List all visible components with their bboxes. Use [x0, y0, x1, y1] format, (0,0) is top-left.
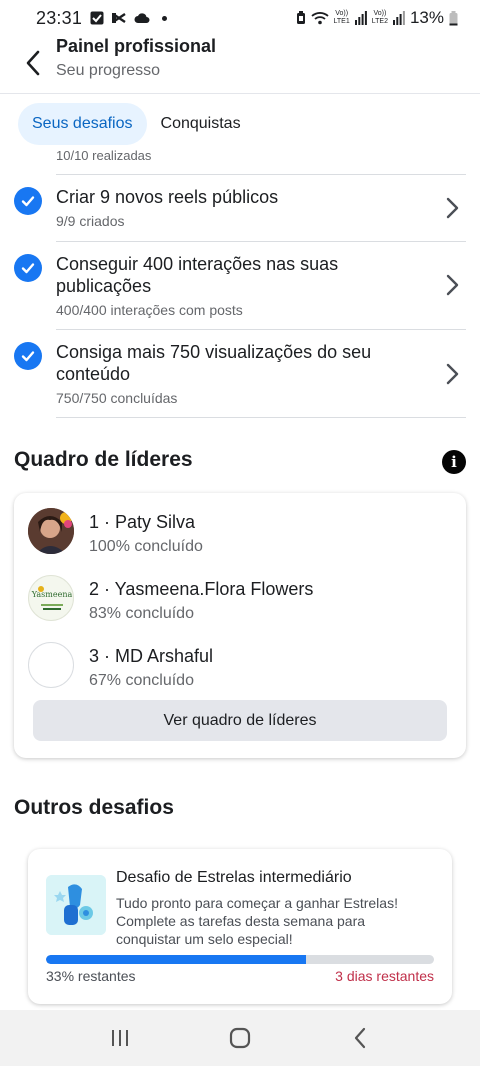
challenge-item[interactable]: Consiga mais 750 visualizações do seu co…: [0, 330, 480, 418]
challenge-item[interactable]: Conseguir 400 interações nas suas public…: [0, 242, 480, 330]
star-badge-icon: [46, 875, 106, 935]
cloud-icon: [134, 13, 150, 23]
challenge-item[interactable]: Criar 9 novos reels públicos 9/9 criados: [0, 175, 480, 241]
leaderboard-entry[interactable]: 1 · Paty Silva 100% concluído: [14, 505, 466, 565]
tab-bar: Seus desafios Conquistas: [18, 103, 255, 145]
wifi-icon: [310, 12, 329, 25]
leaderboard-progress: 67% concluído: [89, 672, 194, 689]
checkbox-notification-icon: [90, 11, 104, 25]
recent-apps-icon: [112, 1030, 128, 1046]
page-title: Painel profissional: [56, 36, 217, 56]
days-remaining: 3 dias restantes: [335, 968, 434, 984]
signal-1-icon: [354, 11, 367, 25]
capcut-notification-icon: [112, 13, 126, 23]
home-button[interactable]: [220, 1018, 260, 1058]
leaderboard-progress: 100% concluído: [89, 538, 203, 555]
leaderboard-title: Quadro de líderes: [14, 448, 193, 471]
info-icon[interactable]: i: [442, 450, 466, 474]
check-circle-icon: [14, 254, 42, 282]
star-challenge-card[interactable]: Desafio de Estrelas intermediário Tudo p…: [28, 849, 452, 1004]
leaderboard-entry[interactable]: Yasmeena 2 · Yasmeena.Flora Flowers 83% …: [14, 572, 466, 632]
challenge-subtitle: 750/750 concluídas: [56, 390, 178, 406]
avatar: [28, 642, 74, 688]
status-bar: 23:31 Vo)) LTE1 Vo)) LTE2 13%: [0, 0, 480, 36]
volte-lte2-icon: Vo)) LTE2: [371, 10, 388, 25]
dot-icon: [162, 15, 168, 21]
challenge-subtitle: 9/9 criados: [56, 213, 125, 229]
star-challenge-description: Tudo pronto para começar a ganhar Estrel…: [116, 895, 398, 947]
arrow-left-icon: [26, 50, 40, 76]
percent-remaining: 33% restantes: [46, 968, 136, 984]
back-nav-icon: [354, 1027, 366, 1049]
leaderboard-entry[interactable]: 3 · MD Arshaful 67% concluído: [14, 639, 466, 699]
progress-bar: [46, 955, 434, 964]
chevron-right-icon: [446, 363, 459, 385]
chevron-right-icon: [446, 197, 459, 219]
leaderboard-name: 1 · Paty Silva: [89, 512, 196, 532]
battery-percent: 13%: [409, 8, 444, 27]
previous-challenge-subtitle: 10/10 realizadas: [56, 148, 152, 162]
signal-2-icon: [392, 11, 405, 25]
leaderboard-name: 2 · Yasmeena.Flora Flowers: [89, 579, 314, 599]
home-icon: [229, 1027, 251, 1049]
divider: [56, 417, 466, 418]
leaderboard-name: 3 · MD Arshaful: [89, 646, 214, 666]
avatar: Yasmeena: [28, 575, 74, 621]
back-nav-button[interactable]: [340, 1018, 380, 1058]
app-header: Painel profissional Seu progresso: [0, 36, 480, 94]
challenge-title: Consiga mais 750 visualizações do seu co…: [56, 342, 372, 384]
avatar-logo-text: Yasmeena: [31, 590, 73, 599]
challenge-subtitle: 400/400 interações com posts: [56, 302, 243, 318]
check-circle-icon: [14, 342, 42, 370]
system-navigation-bar: [0, 1010, 480, 1066]
challenge-title: Criar 9 novos reels públicos: [56, 187, 279, 207]
challenge-title: Conseguir 400 interações nas suas public…: [56, 254, 339, 296]
status-time: 23:31: [36, 7, 83, 28]
page-subtitle: Seu progresso: [56, 62, 161, 79]
leaderboard-card: 1 · Paty Silva 100% concluído Yasmeena 2…: [14, 493, 466, 758]
other-challenges-title: Outros desafios: [14, 796, 174, 819]
avatar-logo-underline: [41, 604, 63, 606]
star-challenge-title: Desafio de Estrelas intermediário: [116, 869, 352, 886]
tab-conquistas[interactable]: Conquistas: [147, 103, 255, 145]
view-leaderboard-button[interactable]: Ver quadro de líderes: [33, 700, 447, 741]
tab-seus-desafios[interactable]: Seus desafios: [18, 103, 147, 145]
volte-lte1-icon: Vo)) LTE1: [333, 10, 350, 25]
leaderboard-progress: 83% concluído: [89, 605, 194, 622]
battery-saver-icon: [296, 11, 305, 24]
battery-icon: [449, 10, 458, 25]
recent-apps-button[interactable]: [100, 1018, 140, 1058]
progress-bar-fill: [46, 955, 306, 964]
avatar-logo-underline: [43, 608, 61, 610]
check-circle-icon: [14, 187, 42, 215]
avatar-leaf-mark: [38, 586, 44, 592]
chevron-right-icon: [446, 274, 459, 296]
avatar: [28, 508, 74, 554]
back-button[interactable]: [18, 48, 48, 78]
